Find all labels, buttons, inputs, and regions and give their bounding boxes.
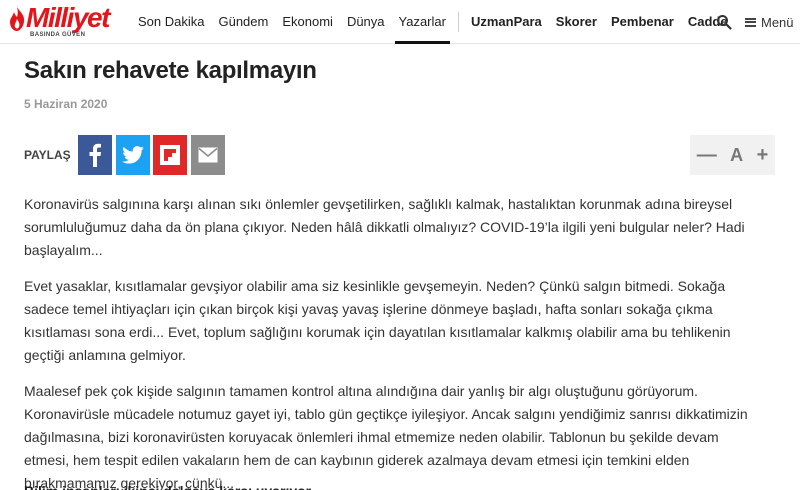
share-email-button[interactable] <box>191 135 225 175</box>
article-paragraph: Evet yasaklar, kısıtlamalar gevşiyor ola… <box>24 278 731 363</box>
article-title: Sakın rehavete kapılmayın <box>24 57 317 84</box>
font-size-label: A <box>730 144 744 165</box>
nav-son-dakika[interactable]: Son Dakika <box>138 0 204 44</box>
flame-logo-icon <box>10 7 25 31</box>
share-label: PAYLAŞ <box>24 148 71 162</box>
hamburger-icon <box>745 17 756 27</box>
nav-ekonomi[interactable]: Ekonomi <box>282 0 333 44</box>
article-body: Koronavirüs salgınına karşı alınan sıkı … <box>24 193 764 490</box>
nav-gundem[interactable]: Gündem <box>218 0 268 44</box>
nav-skorer[interactable]: Skorer <box>556 0 597 44</box>
article-paragraph: Maalesef pek çok kişide salgının tamamen… <box>24 383 748 490</box>
facebook-icon <box>89 143 101 167</box>
search-icon[interactable] <box>716 14 732 30</box>
article-paragraph: Koronavirüs salgınına karşı alınan sıkı … <box>24 196 745 258</box>
nav-uzmanpara[interactable]: UzmanPara <box>471 0 542 44</box>
flipboard-icon <box>160 145 180 165</box>
twitter-icon <box>122 146 144 164</box>
share-flipboard-button[interactable] <box>153 135 187 175</box>
nav-pembenar[interactable]: Pembenar <box>611 0 674 44</box>
share-facebook-button[interactable] <box>78 135 112 175</box>
font-increase-button[interactable]: + <box>757 144 769 167</box>
article-subheading: Bilim insanları ikinci dalgaya karşı uya… <box>24 480 311 490</box>
email-icon <box>198 147 218 163</box>
article-date: 5 Haziran 2020 <box>24 97 108 111</box>
font-decrease-button[interactable]: — <box>697 144 717 167</box>
nav-dunya[interactable]: Dünya <box>347 0 385 44</box>
main-nav: Son Dakika Gündem Ekonomi Dünya Yazarlar… <box>138 0 742 44</box>
site-header: Milliyet BASINDA GÜVEN Son Dakika Gündem… <box>0 0 800 44</box>
menu-label: Menü <box>761 14 794 30</box>
share-twitter-button[interactable] <box>116 135 150 175</box>
nav-yazarlar[interactable]: Yazarlar <box>394 0 451 44</box>
logo-wordmark: Milliyet <box>26 2 110 33</box>
milliyet-logo[interactable]: Milliyet BASINDA GÜVEN <box>6 2 132 40</box>
font-size-control: — A + <box>690 135 775 175</box>
nav-divider <box>457 12 459 32</box>
menu-button[interactable]: Menü <box>745 13 794 31</box>
logo-tagline: BASINDA GÜVEN <box>30 32 86 38</box>
